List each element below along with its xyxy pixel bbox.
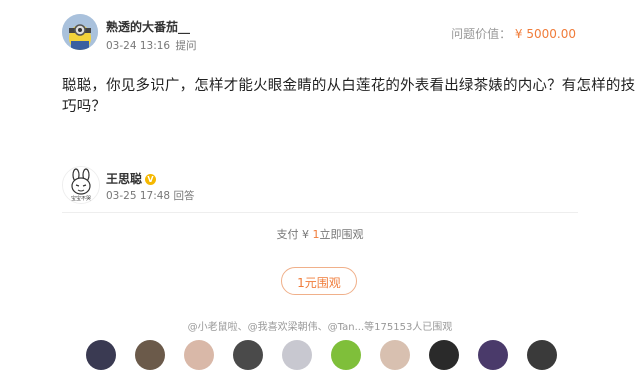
viewers-text[interactable]: @小老鼠啦、@我喜欢梁朝伟、@Tan...等175153人已围观 — [0, 318, 640, 333]
answerer-name[interactable]: 王思聪 V — [106, 170, 157, 187]
viewer-avatar[interactable] — [86, 340, 116, 370]
viewer-avatar[interactable] — [184, 340, 214, 370]
questioner-avatar[interactable] — [62, 14, 98, 50]
question-date: 03-24 13:16 — [106, 40, 171, 52]
divider — [62, 212, 578, 213]
question-action: 提问 — [175, 40, 197, 52]
pay-amount: 1 — [312, 228, 320, 241]
price-label: 问题价值： — [451, 27, 512, 41]
pay-prefix: 支付 ¥ — [276, 228, 313, 241]
question-price: 问题价值： ¥ 5000.00 — [451, 25, 576, 42]
viewer-avatar[interactable] — [282, 340, 312, 370]
answerer-name-label: 王思聪 — [106, 172, 143, 186]
answerer-avatar[interactable]: 宝宝不哭 — [62, 166, 100, 204]
questioner-name[interactable]: 熟透的大番茄__ — [106, 18, 190, 35]
viewer-avatar[interactable] — [233, 340, 263, 370]
question-meta: 03-24 13:16 提问 — [106, 38, 198, 53]
viewer-avatar[interactable] — [331, 340, 361, 370]
answer-date: 03-25 17:48 — [106, 190, 171, 202]
pay-text: 支付 ¥ 1立即围观 — [0, 226, 640, 242]
avatar-caption: 宝宝不哭 — [71, 195, 91, 202]
answer-meta: 03-25 17:48 回答 — [106, 188, 194, 203]
viewer-avatar[interactable] — [478, 340, 508, 370]
viewer-avatar[interactable] — [429, 340, 459, 370]
question-text: 聪聪，你见多识广，怎样才能火眼金睛的从白莲花的外表看出绿茶婊的内心？有怎样的技巧… — [62, 78, 636, 115]
viewer-avatar[interactable] — [135, 340, 165, 370]
pay-suffix: 立即围观 — [319, 228, 364, 241]
verified-badge-icon: V — [145, 174, 157, 185]
price-value: ¥ 5000.00 — [514, 27, 576, 41]
onlook-button[interactable]: 1元围观 — [281, 267, 357, 295]
viewer-avatar[interactable] — [527, 340, 557, 370]
viewer-avatar[interactable] — [380, 340, 410, 370]
answer-action: 回答 — [173, 190, 195, 202]
